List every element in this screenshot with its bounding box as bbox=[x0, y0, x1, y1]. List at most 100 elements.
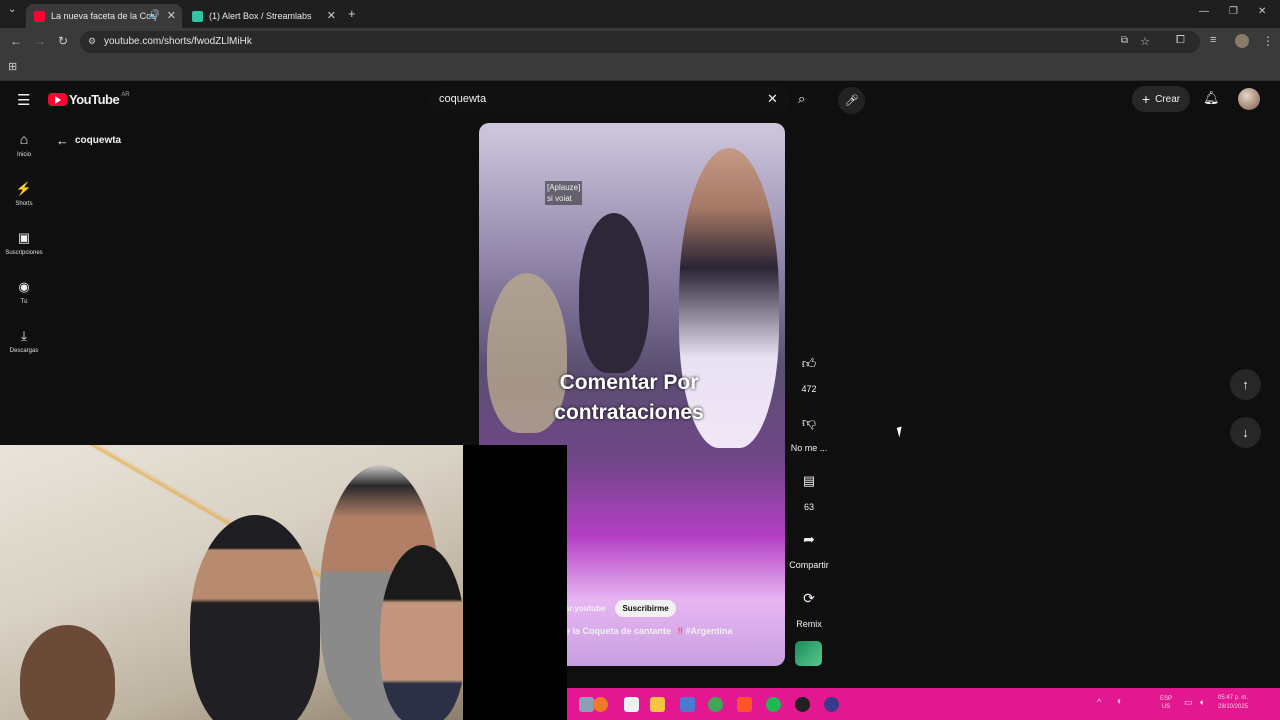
youtube-logo-text: YouTube bbox=[69, 92, 120, 107]
network-icon[interactable]: ▭ bbox=[1184, 697, 1193, 708]
window-close-icon[interactable]: ✕ bbox=[1258, 6, 1266, 17]
hashtag-link[interactable]: #Argentina bbox=[686, 626, 733, 636]
arrow-down-icon: ↓ bbox=[1242, 425, 1249, 440]
previous-short-button[interactable]: ↑ bbox=[1230, 369, 1261, 400]
guide-item-you[interactable]: ◉ Tú bbox=[0, 278, 48, 305]
menu-hamburger-icon[interactable]: ☰ bbox=[17, 91, 30, 109]
tab-title: La nueva faceta de la Coqu bbox=[51, 11, 157, 21]
chrome-menu-icon[interactable]: ⋮ bbox=[1262, 34, 1274, 48]
taskbar-document-icon[interactable] bbox=[624, 697, 639, 712]
share-icon[interactable]: ➦ bbox=[794, 524, 824, 554]
dislike-action[interactable]: 👎︎ No me ... bbox=[790, 407, 828, 454]
profile-avatar[interactable] bbox=[1235, 34, 1249, 48]
taskbar-spotify-icon[interactable] bbox=[766, 697, 781, 712]
taskbar-app-icon[interactable] bbox=[579, 697, 594, 712]
close-tab-icon[interactable]: ✕ bbox=[327, 9, 336, 22]
remix-action[interactable]: ⟳ Remix bbox=[790, 583, 828, 630]
install-app-icon[interactable]: ⧉ bbox=[1121, 35, 1128, 46]
channel-name[interactable]: ar.youtube bbox=[565, 604, 605, 613]
guide-item-downloads[interactable]: ⤓ Descargas bbox=[0, 327, 48, 354]
youtube-masthead: ☰ YouTube AR coquewta ✕ ⌕ 🎤︎ + Crear 🔔︎ bbox=[0, 81, 1280, 121]
notifications-bell-icon[interactable]: 🔔︎ bbox=[1203, 90, 1220, 106]
windows-taskbar: ^ ◐ ESP US ▭ 🔈︎ 05:47 p. m. 28/10/2025 bbox=[567, 688, 1280, 720]
like-action[interactable]: 👍︎ 472 bbox=[790, 348, 828, 395]
search-icon[interactable]: ⌕ bbox=[798, 91, 805, 107]
create-label: Crear bbox=[1155, 93, 1181, 105]
webcam-overlay bbox=[0, 445, 463, 720]
webcam-person-2 bbox=[190, 515, 320, 720]
taskbar-firefox-icon[interactable] bbox=[593, 697, 608, 712]
next-short-button[interactable]: ↓ bbox=[1230, 417, 1261, 448]
dislike-icon[interactable]: 👎︎ bbox=[794, 407, 824, 437]
back-to-search-link[interactable]: ← coquewta bbox=[56, 133, 121, 148]
back-icon[interactable]: ← bbox=[10, 34, 22, 48]
tab-youtube-short[interactable]: La nueva faceta de la Coqu 🔊 ✕ bbox=[26, 4, 182, 28]
remix-label: Remix bbox=[796, 619, 822, 629]
language-indicator[interactable]: ESP US bbox=[1160, 695, 1172, 711]
guide-item-shorts[interactable]: ⚡ Shorts bbox=[0, 180, 48, 207]
search-query-title: coquewta bbox=[75, 135, 122, 146]
site-info-icon[interactable]: ⚙ bbox=[88, 36, 96, 47]
apps-grid-icon[interactable]: ⊞ bbox=[8, 60, 17, 73]
comment-icon[interactable]: ▤ bbox=[794, 466, 824, 496]
home-icon: ⌂ bbox=[19, 131, 29, 147]
share-label: Compartir bbox=[789, 560, 829, 570]
taskbar-folder-icon[interactable] bbox=[650, 697, 665, 712]
taskbar-obs-icon[interactable] bbox=[795, 697, 810, 712]
taskbar-app-icon[interactable] bbox=[680, 697, 695, 712]
youtube-logo[interactable]: YouTube AR bbox=[48, 92, 130, 107]
sound-thumbnail[interactable] bbox=[795, 641, 822, 666]
you-icon: ◉ bbox=[18, 279, 30, 294]
tray-app-icon[interactable]: ◐ bbox=[1117, 696, 1123, 707]
share-action[interactable]: ➦ Compartir bbox=[785, 524, 833, 571]
address-bar: ← → ↻ ⚙ youtube.com/shorts/fwodZLlMiHk ⧉… bbox=[0, 28, 1280, 56]
reload-icon[interactable]: ↻ bbox=[58, 34, 68, 48]
video-overlay-text: Comentar Por contrataciones bbox=[554, 371, 704, 424]
tab-search-icon[interactable]: ⌄ bbox=[8, 4, 16, 15]
back-arrow-icon: ← bbox=[56, 133, 69, 148]
close-tab-icon[interactable]: ✕ bbox=[167, 9, 176, 22]
account-avatar[interactable] bbox=[1238, 88, 1260, 110]
guide-item-home[interactable]: ⌂ Inicio bbox=[0, 131, 48, 158]
search-box[interactable]: coquewta ✕ bbox=[428, 87, 790, 113]
tab-streamlabs[interactable]: (1) Alert Box / Streamlabs ✕ bbox=[184, 4, 342, 28]
comments-action[interactable]: ▤ 63 bbox=[790, 466, 828, 512]
clock[interactable]: 05:47 p. m. 28/10/2025 bbox=[1218, 694, 1248, 712]
taskbar-brave-icon[interactable] bbox=[737, 697, 752, 712]
audio-playing-icon[interactable]: 🔊 bbox=[149, 9, 160, 20]
extensions-icon[interactable]: ⧠ bbox=[1176, 34, 1185, 47]
restore-icon[interactable]: ❐ bbox=[1229, 6, 1238, 17]
tray-chevron-icon[interactable]: ^ bbox=[1097, 697, 1101, 707]
volume-icon[interactable]: 🔈︎ bbox=[1200, 697, 1205, 708]
like-count: 472 bbox=[801, 384, 817, 394]
arrow-up-icon: ↑ bbox=[1242, 377, 1249, 392]
new-tab-button[interactable]: + bbox=[348, 6, 356, 21]
like-icon[interactable]: 👍︎ bbox=[794, 348, 824, 378]
mouse-cursor-icon bbox=[896, 426, 905, 438]
channel-row: ar.youtube Suscribirme bbox=[565, 600, 676, 617]
omnibox[interactable]: ⚙ youtube.com/shorts/fwodZLlMiHk ⧉ ☆ bbox=[80, 31, 1200, 53]
forward-icon[interactable]: → bbox=[34, 34, 46, 48]
download-icon: ⤓ bbox=[21, 328, 27, 343]
create-button[interactable]: + Crear bbox=[1132, 86, 1190, 112]
voice-search-icon[interactable]: 🎤︎ bbox=[838, 87, 865, 114]
bookmark-star-icon[interactable]: ☆ bbox=[1140, 35, 1150, 48]
subscriptions-icon: ▣ bbox=[17, 230, 31, 245]
video-person-middle bbox=[579, 213, 649, 373]
media-control-icon[interactable]: ≡ bbox=[1210, 34, 1216, 46]
tab-title: (1) Alert Box / Streamlabs bbox=[209, 11, 312, 21]
clear-search-icon[interactable]: ✕ bbox=[767, 91, 778, 107]
remix-icon[interactable]: ⟳ bbox=[794, 583, 824, 613]
guide-item-subscriptions[interactable]: ▣ Suscripciones bbox=[0, 229, 48, 256]
region-code: AR bbox=[121, 91, 130, 98]
search-input[interactable]: coquewta bbox=[439, 93, 486, 105]
taskbar-app-icon[interactable] bbox=[824, 697, 839, 712]
minimize-icon[interactable]: — bbox=[1199, 6, 1209, 17]
taskbar-chrome-icon[interactable] bbox=[708, 697, 723, 712]
streamlabs-favicon-icon bbox=[192, 10, 203, 22]
youtube-play-logo-icon bbox=[48, 93, 67, 106]
subscribe-button[interactable]: Suscribirme bbox=[615, 600, 676, 617]
short-title[interactable]: e la Coqueta de cantante ‼ #Argentina bbox=[565, 626, 733, 636]
url-text[interactable]: youtube.com/shorts/fwodZLlMiHk bbox=[104, 36, 252, 47]
dislike-label: No me ... bbox=[790, 443, 828, 453]
